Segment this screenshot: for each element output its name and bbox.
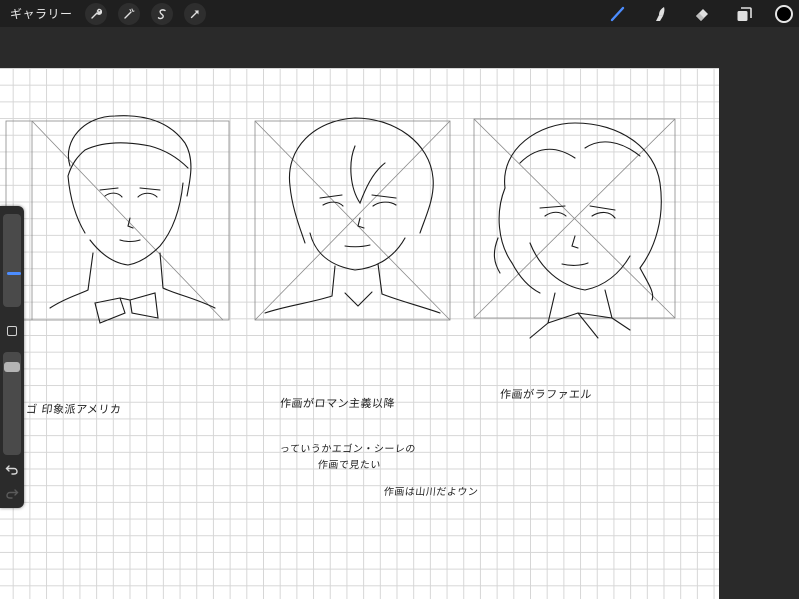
eraser-icon[interactable] <box>691 3 713 25</box>
brush-size-thumb[interactable] <box>7 271 21 275</box>
opacity-thumb[interactable] <box>4 361 20 372</box>
brush-icon[interactable] <box>607 3 629 25</box>
actions-wrench-icon[interactable] <box>84 2 107 25</box>
selection-s-icon[interactable] <box>150 2 173 25</box>
left-sidebar <box>0 206 24 508</box>
note-3: 作画がラファエル <box>499 388 593 401</box>
top-toolbar: ギャラリー <box>0 0 799 27</box>
note-4: っていうかエゴン・シーレの <box>279 444 417 455</box>
drawing-canvas[interactable]: ゴ 印象派アメリカ 作画がロマン主義以降 作画がラファエル っていうかエゴン・シ… <box>0 68 719 599</box>
redo-icon[interactable] <box>5 486 19 500</box>
note-1: ゴ 印象派アメリカ <box>25 403 123 416</box>
canvas-area[interactable]: ゴ 印象派アメリカ 作画がロマン主義以降 作画がラファエル っていうかエゴン・シ… <box>0 27 799 599</box>
sketch-drawing <box>5 115 676 339</box>
brush-size-slider[interactable] <box>3 214 21 307</box>
adjustments-wand-icon[interactable] <box>117 2 140 25</box>
gallery-button[interactable]: ギャラリー <box>10 5 73 22</box>
modify-button[interactable] <box>7 326 17 336</box>
right-toolbar <box>587 0 799 27</box>
color-swatch[interactable] <box>775 4 793 23</box>
note-5: 作画で見たい <box>317 460 382 471</box>
note-2: 作画がロマン主義以降 <box>279 397 396 410</box>
opacity-slider[interactable] <box>3 352 21 455</box>
smudge-icon[interactable] <box>649 3 671 25</box>
note-6: 作画は山川だよウン <box>383 487 479 498</box>
undo-icon[interactable] <box>5 462 19 476</box>
layers-icon[interactable] <box>733 3 755 25</box>
transform-arrow-icon[interactable] <box>183 2 206 25</box>
